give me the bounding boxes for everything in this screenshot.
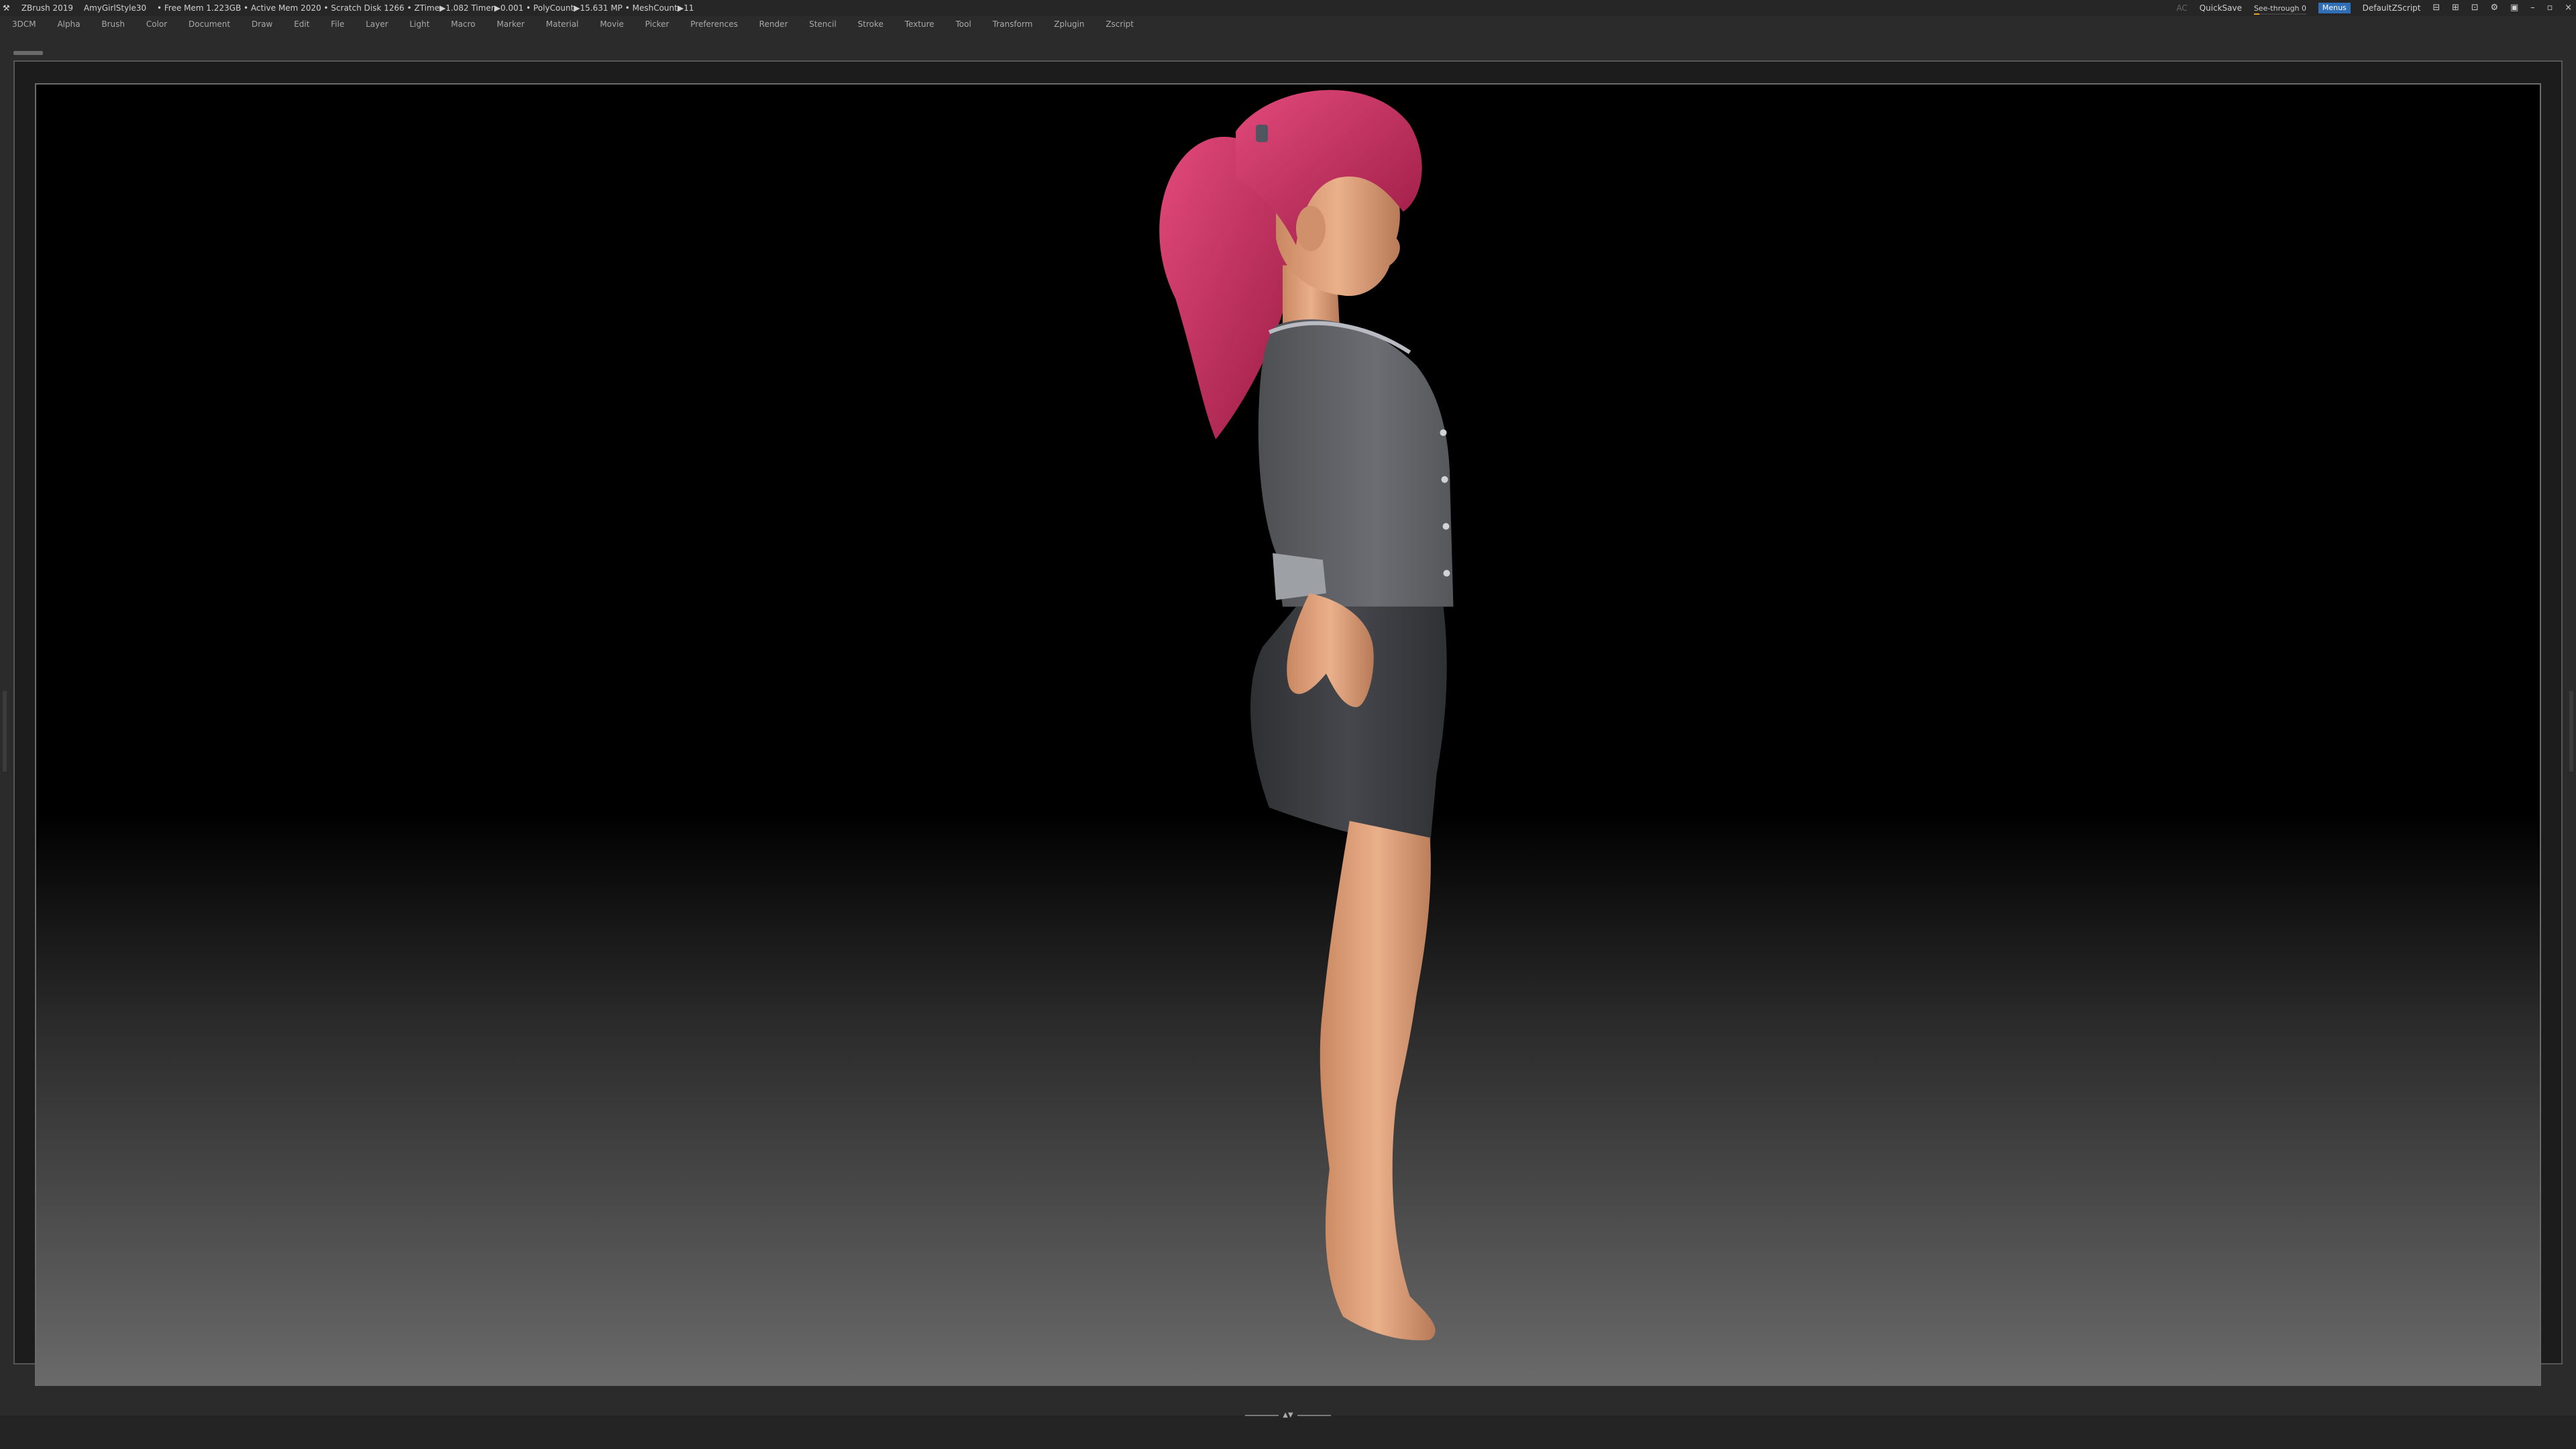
bottom-bar <box>0 1415 2576 1449</box>
gear-icon[interactable]: ⚙ <box>2491 0 2499 16</box>
menu-item-movie[interactable]: Movie <box>600 19 624 29</box>
minimize-button[interactable]: – <box>2530 0 2535 16</box>
app-name: ZBrush 2019 <box>21 3 74 13</box>
menu-item-draw[interactable]: Draw <box>252 19 272 29</box>
menu-item-brush[interactable]: Brush <box>101 19 125 29</box>
see-through-slider[interactable]: See-through 0 <box>2253 0 2307 17</box>
menu-item-document[interactable]: Document <box>189 19 230 29</box>
menu-item-macro[interactable]: Macro <box>451 19 475 29</box>
quicksave-button[interactable]: QuickSave <box>2200 0 2242 16</box>
lock-icon[interactable]: ▣ <box>2510 0 2518 16</box>
menu-item-3dcm[interactable]: 3DCM <box>12 19 36 29</box>
menu-item-zplugin[interactable]: Zplugin <box>1054 19 1084 29</box>
memory-status: • Free Mem 1.223GB • Active Mem 2020 • S… <box>157 3 694 13</box>
menu-item-file[interactable]: File <box>331 19 344 29</box>
jacket-button <box>1441 476 1448 483</box>
document-name: AmyGirlStyle30 <box>83 3 147 13</box>
menu-item-stroke[interactable]: Stroke <box>858 19 883 29</box>
menu-item-picker[interactable]: Picker <box>645 19 669 29</box>
zbrush-logo-icon: ⚒ <box>3 3 10 13</box>
menu-item-render[interactable]: Render <box>759 19 788 29</box>
menu-item-tool[interactable]: Tool <box>955 19 971 29</box>
expand-arrows-icon: ▲▼ <box>1283 1411 1293 1419</box>
jacket-button <box>1440 429 1447 436</box>
layout-icon[interactable]: ⊟ <box>2432 0 2440 16</box>
menu-item-texture[interactable]: Texture <box>905 19 934 29</box>
character-model <box>1159 90 1454 1340</box>
maximize-button[interactable]: ▫ <box>2546 0 2553 16</box>
sleeve-cuff <box>1273 553 1326 600</box>
shelf-handle[interactable] <box>13 51 43 55</box>
menu-item-edit[interactable]: Edit <box>294 19 309 29</box>
menu-item-marker[interactable]: Marker <box>496 19 524 29</box>
layout-alt-icon[interactable]: ⊞ <box>2452 0 2459 16</box>
palette-icon[interactable]: ⊡ <box>2471 0 2479 16</box>
bottom-tray-handle[interactable]: ▲▼ <box>1245 1411 1331 1419</box>
title-bar: ⚒ ZBrush 2019 AmyGirlStyle30 • Free Mem … <box>0 0 2576 16</box>
right-tray-handle[interactable] <box>2569 691 2573 771</box>
viewport-canvas[interactable] <box>35 83 2541 1386</box>
jacket-button <box>1443 570 1450 577</box>
menu-item-zscript[interactable]: Zscript <box>1106 19 1134 29</box>
menu-item-alpha[interactable]: Alpha <box>57 19 80 29</box>
shelf-strip <box>0 32 2576 60</box>
leg <box>1320 820 1436 1340</box>
menu-item-preferences[interactable]: Preferences <box>690 19 738 29</box>
menu-item-stencil[interactable]: Stencil <box>809 19 837 29</box>
ac-button[interactable]: AC <box>2176 0 2187 16</box>
ear <box>1295 205 1326 252</box>
menu-item-transform[interactable]: Transform <box>993 19 1033 29</box>
left-tray-handle[interactable] <box>3 691 7 771</box>
menu-item-color[interactable]: Color <box>146 19 167 29</box>
zscript-button[interactable]: DefaultZScript <box>2363 0 2421 16</box>
menu-item-light[interactable]: Light <box>410 19 430 29</box>
menu-bar: 3DCM Alpha Brush Color Document Draw Edi… <box>0 16 2576 32</box>
menu-item-layer[interactable]: Layer <box>366 19 388 29</box>
menus-button[interactable]: Menus <box>2318 3 2351 13</box>
menu-item-material[interactable]: Material <box>546 19 579 29</box>
hair-tie <box>1256 124 1269 142</box>
jacket-button <box>1442 523 1450 530</box>
close-button[interactable]: × <box>2565 0 2572 16</box>
